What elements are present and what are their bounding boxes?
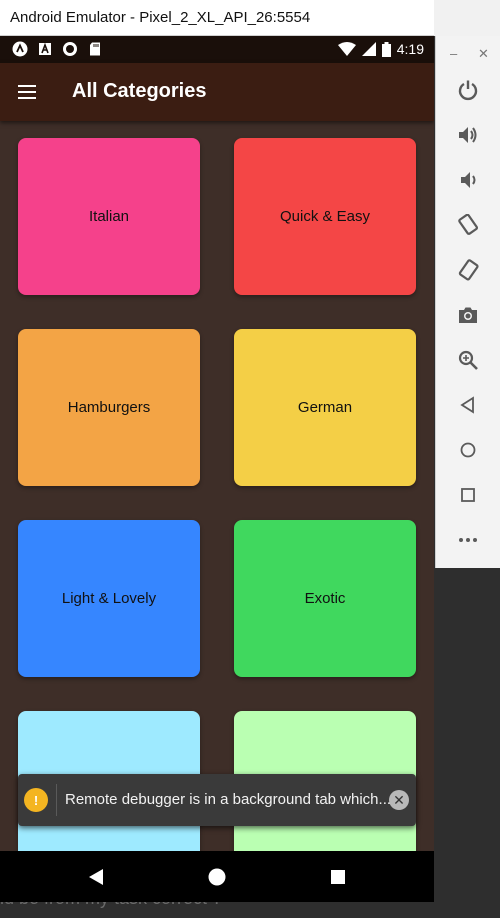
category-label: Quick & Easy (279, 208, 371, 225)
close-icon[interactable]: ✕ (389, 790, 409, 810)
category-tile[interactable]: Hamburgers (18, 329, 200, 486)
debugger-snackbar: ! Remote debugger is in a background tab… (18, 774, 416, 826)
snackbar-divider (56, 784, 57, 816)
category-label: Exotic (304, 590, 346, 607)
back-icon[interactable] (85, 866, 107, 888)
zoom-icon[interactable] (456, 348, 480, 372)
wifi-icon (337, 41, 356, 56)
minimize-icon[interactable]: – (450, 46, 457, 61)
phone-screen: 4:19 All Categories Italian Quick & Easy… (0, 36, 434, 902)
snackbar-message: Remote debugger is in a background tab w… (65, 791, 392, 808)
category-label: German (297, 399, 353, 416)
sd-card-icon (90, 42, 100, 56)
home-icon[interactable] (206, 866, 228, 888)
app-bar: All Categories (0, 63, 434, 121)
more-icon[interactable] (456, 528, 480, 552)
overview-icon[interactable] (456, 483, 480, 507)
volume-down-icon[interactable] (456, 168, 480, 192)
hamburger-menu-icon[interactable] (14, 79, 42, 105)
volume-up-icon[interactable] (456, 123, 480, 147)
close-icon[interactable]: ✕ (478, 46, 489, 62)
category-tile[interactable]: German (234, 329, 416, 486)
emulator-title-bar: Android Emulator - Pixel_2_XL_API_26:555… (0, 0, 434, 36)
window-title: Android Emulator - Pixel_2_XL_API_26:555… (10, 9, 311, 26)
category-tile[interactable]: Light & Lovely (18, 520, 200, 677)
launcher-a-icon (12, 41, 28, 57)
category-tile[interactable]: Italian (18, 138, 200, 295)
battery-icon (381, 41, 391, 57)
rotate-left-icon[interactable] (456, 213, 480, 237)
category-label: Hamburgers (67, 399, 151, 416)
status-bar: 4:19 (0, 36, 434, 63)
power-icon[interactable] (456, 78, 480, 102)
recents-icon[interactable] (327, 866, 349, 888)
back-icon[interactable] (456, 393, 480, 417)
android-nav-bar (0, 851, 434, 902)
status-time: 4:19 (396, 41, 424, 57)
rotate-right-icon[interactable] (456, 258, 480, 282)
circle-icon (63, 42, 77, 56)
page-title: All Categories (72, 80, 207, 102)
a-badge-icon (39, 42, 51, 55)
home-icon[interactable] (456, 438, 480, 462)
signal-icon (361, 41, 376, 56)
camera-icon[interactable] (456, 303, 480, 327)
category-label: Light & Lovely (61, 590, 157, 607)
desktop-strip (434, 0, 500, 36)
categories-grid: Italian Quick & Easy Hamburgers German L… (0, 121, 434, 851)
category-tile[interactable]: Exotic (234, 520, 416, 677)
category-label: Italian (88, 208, 130, 225)
warning-icon: ! (24, 788, 48, 812)
emulator-toolbar: – ✕ (435, 36, 500, 568)
category-tile[interactable]: Quick & Easy (234, 138, 416, 295)
